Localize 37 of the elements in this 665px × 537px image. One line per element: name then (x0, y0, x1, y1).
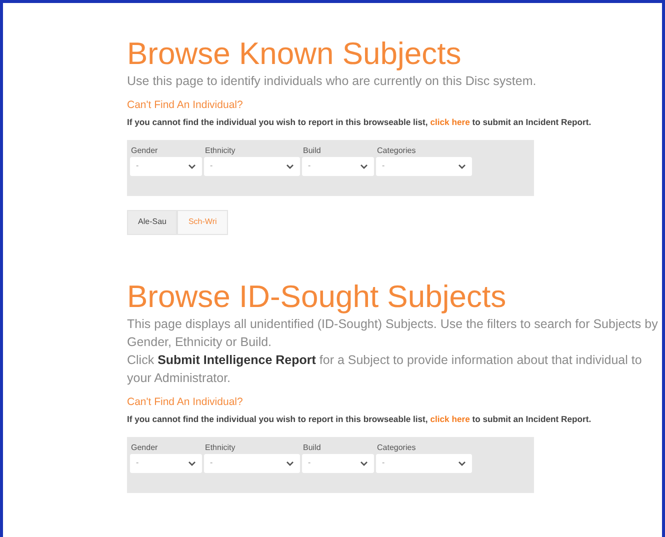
description-text: Click Submit Intelligence Report for a Subject to provide information about that individual to your Administrator. (127, 352, 643, 387)
filter-select[interactable]: - (376, 156, 472, 176)
page-title: Browse Known Subjects (127, 36, 462, 72)
chevron-down-icon (458, 164, 466, 169)
help-heading: Can't Find An Individual? (127, 98, 244, 113)
description-text: This page displays all unidentified (ID-Sought) Subjects. Use the filters to search for Subjects by Gender, Ethnicity or Build. (127, 316, 659, 351)
filter-select[interactable]: - (130, 454, 202, 472)
help-text: If you cannot find the individual you wish to report in this browseable list, click here to submit an Incident Report. (127, 412, 592, 424)
filter-select[interactable]: - (204, 156, 300, 176)
chevron-down-icon (360, 460, 368, 466)
filter-select[interactable]: - (302, 156, 374, 176)
help-text: If you cannot find the individual you wish to report in this browseable list, click here to submit an Incident Report. (127, 116, 592, 128)
help-heading: Can't Find An Individual? (127, 394, 244, 410)
description-text: Use this page to identify individuals who are currently on this Disc system. (127, 73, 538, 90)
filter-select[interactable]: - (204, 454, 300, 472)
filter-label: Build (302, 442, 322, 454)
chevron-down-icon (458, 460, 466, 466)
click-here-link[interactable]: click here (430, 414, 470, 424)
filter-select[interactable]: - (130, 156, 202, 176)
filter-select[interactable]: - (302, 454, 374, 472)
chevron-down-icon (188, 164, 196, 169)
filter-label: Gender (130, 442, 159, 454)
filter-label: Ethnicity (204, 442, 236, 454)
letter-tab[interactable]: Sch-Wri (177, 210, 228, 235)
filter-label: Categories (376, 144, 417, 157)
filter-label: Ethnicity (204, 144, 236, 157)
chevron-down-icon (286, 460, 294, 466)
filter-label: Gender (130, 144, 159, 157)
page-title: Browse ID-Sought Subjects (127, 278, 508, 315)
click-here-link[interactable]: click here (430, 116, 470, 127)
letter-tab[interactable]: Ale-Sau (127, 210, 178, 235)
chevron-down-icon (360, 164, 368, 169)
filter-select[interactable]: - (376, 454, 472, 472)
filter-label: Build (302, 144, 322, 157)
chevron-down-icon (188, 460, 196, 466)
chevron-down-icon (286, 164, 294, 169)
filter-label: Categories (376, 442, 417, 454)
